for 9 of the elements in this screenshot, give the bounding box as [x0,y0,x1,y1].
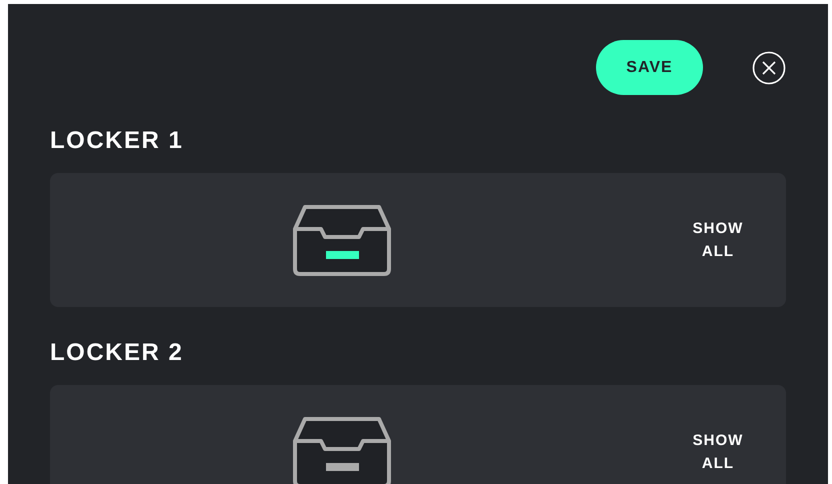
locker-card[interactable]: SHOW ALL [50,385,786,484]
close-icon [752,50,786,84]
locker-title: LOCKER 2 [50,339,184,367]
close-button[interactable] [752,50,786,84]
save-button[interactable]: SAVE [596,40,703,95]
show-all-button[interactable]: SHOW ALL [688,429,748,475]
show-all-button[interactable]: SHOW ALL [688,217,748,263]
locker-title: LOCKER 1 [50,127,184,155]
locker-card[interactable]: SHOW ALL [50,173,786,307]
